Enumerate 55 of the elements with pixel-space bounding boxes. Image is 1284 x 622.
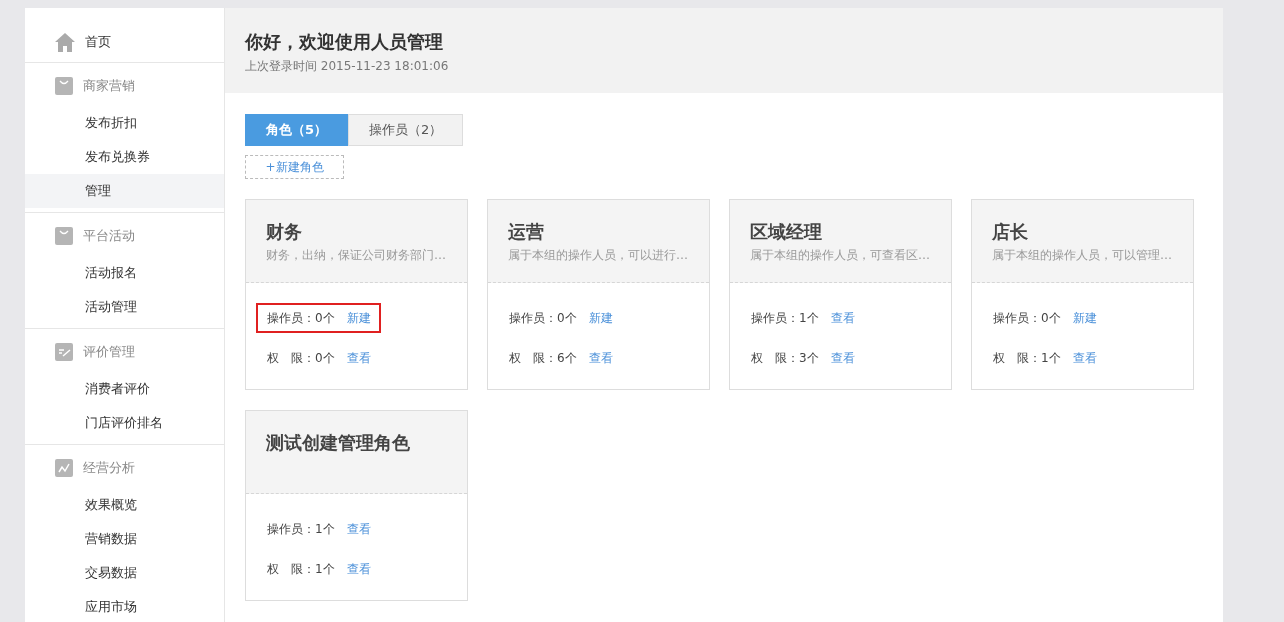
- bag-icon: [55, 77, 73, 95]
- role-description: 属于本组的操作人员，可以进行…: [508, 247, 689, 264]
- permission-link[interactable]: 查看: [346, 560, 371, 578]
- operator-link[interactable]: 新建: [346, 309, 371, 327]
- home-icon: [55, 32, 75, 52]
- permission-link[interactable]: 查看: [346, 349, 371, 367]
- permission-link[interactable]: 查看: [588, 349, 613, 367]
- permission-count: 权 限：1个: [993, 349, 1061, 367]
- sidebar-item[interactable]: 活动报名: [25, 256, 224, 290]
- role-name: 运营: [508, 220, 545, 244]
- sidebar-item[interactable]: 活动管理: [25, 290, 224, 324]
- sidebar-item[interactable]: 发布兑换券: [25, 140, 224, 174]
- tab[interactable]: 角色（5）: [245, 114, 349, 146]
- sidebar-heading[interactable]: 首页: [85, 33, 111, 51]
- last-login-time: 上次登录时间 2015-11-23 18:01:06: [245, 58, 450, 75]
- permission-count: 权 限：1个: [267, 560, 335, 578]
- sidebar-item[interactable]: 交易数据: [25, 556, 224, 590]
- sidebar-item[interactable]: 消费者评价: [25, 372, 224, 406]
- sidebar-heading[interactable]: 商家营销: [83, 77, 135, 95]
- permission-count: 权 限：0个: [267, 349, 335, 367]
- operator-count: 操作员：0个: [993, 309, 1061, 327]
- permission-count: 权 限：6个: [509, 349, 577, 367]
- sidebar-item[interactable]: 应用市场: [25, 590, 224, 622]
- permission-link[interactable]: 查看: [830, 349, 855, 367]
- operator-count: 操作员：0个: [267, 309, 335, 327]
- operator-count: 操作员：0个: [509, 309, 577, 327]
- permission-link[interactable]: 查看: [1072, 349, 1097, 367]
- operator-link[interactable]: 查看: [830, 309, 855, 327]
- chart-icon: [55, 459, 73, 477]
- sidebar-item[interactable]: 效果概览: [25, 488, 224, 522]
- operator-count: 操作员：1个: [751, 309, 819, 327]
- operator-count: 操作员：1个: [267, 520, 335, 538]
- sidebar-item[interactable]: 门店评价排名: [25, 406, 224, 440]
- role-name: 店长: [992, 220, 1029, 244]
- new-role-button[interactable]: +新建角色: [245, 155, 344, 179]
- permission-count: 权 限：3个: [751, 349, 819, 367]
- sidebar-heading[interactable]: 平台活动: [83, 227, 135, 245]
- role-description: 财务，出纳，保证公司财务部门…: [266, 247, 447, 264]
- role-name: 区域经理: [750, 220, 823, 244]
- role-name: 测试创建管理角色: [266, 431, 411, 455]
- operator-link[interactable]: 查看: [346, 520, 371, 538]
- tab[interactable]: 操作员（2）: [348, 114, 464, 146]
- sidebar-item[interactable]: 发布折扣: [25, 106, 224, 140]
- bag-icon: [55, 227, 73, 245]
- role-description: 属于本组的操作人员，可以管理…: [992, 247, 1173, 264]
- sidebar-item[interactable]: 营销数据: [25, 522, 224, 556]
- operator-link[interactable]: 新建: [1072, 309, 1097, 327]
- role-name: 财务: [266, 220, 303, 244]
- operator-link[interactable]: 新建: [588, 309, 613, 327]
- page-title: 你好，欢迎使用人员管理: [245, 30, 444, 54]
- sidebar-heading[interactable]: 经营分析: [83, 459, 135, 477]
- role-description: 属于本组的操作人员，可查看区…: [750, 247, 931, 264]
- sidebar-heading[interactable]: 评价管理: [83, 343, 135, 361]
- sidebar-item[interactable]: 管理: [25, 174, 224, 208]
- edit-icon: [55, 343, 73, 361]
